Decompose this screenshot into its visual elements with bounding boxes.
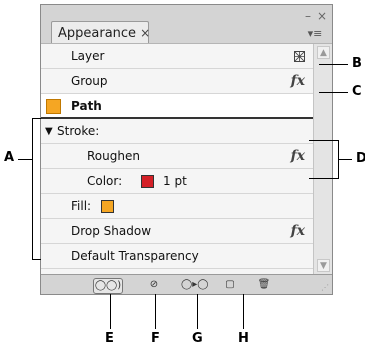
row-layer[interactable]: Layer (41, 44, 313, 69)
callout-f-leader (155, 294, 156, 329)
tab-close-icon[interactable]: × (140, 26, 150, 40)
stroke-color-swatch[interactable] (141, 175, 154, 188)
row-layer-label: Layer (71, 49, 105, 63)
row-default-transparency[interactable]: Default Transparency (41, 244, 313, 269)
panel-menu-icon[interactable]: ▾≡ (306, 27, 324, 41)
row-drop-shadow[interactable]: Drop Shadow fx (41, 219, 313, 244)
row-fill-label: Fill: (71, 199, 92, 213)
row-roughen[interactable]: Roughen fx (41, 144, 313, 169)
callout-d-leader (338, 159, 352, 160)
row-stroke[interactable]: ▼ Stroke: (41, 119, 313, 144)
callout-a-bracket (32, 118, 33, 260)
disclosure-triangle-icon[interactable]: ▼ (45, 119, 53, 144)
scroll-up-icon[interactable]: ▲ (317, 46, 330, 59)
fx-icon[interactable]: fx (291, 144, 305, 169)
layer-target-icon[interactable] (294, 51, 305, 62)
callout-b: B (352, 56, 362, 71)
row-drop-shadow-label: Drop Shadow (71, 224, 152, 238)
reduce-to-basic-appearance-button[interactable]: ◯▸◯ (181, 278, 208, 292)
appearance-list: Layer Group fx Path ▼ Stroke: Roughen fx… (41, 44, 313, 274)
callout-c-leader (319, 92, 348, 93)
tab-appearance[interactable]: Appearance × (51, 21, 150, 43)
row-stroke-color[interactable]: Color: 1 pt (41, 169, 313, 194)
fill-color-swatch[interactable] (101, 200, 114, 213)
panel-toolbar: ◯◯) ⊘ ◯▸◯ ▢ 🗑 ⋰ (41, 274, 332, 294)
callout-a-leader (18, 159, 32, 160)
tab-label: Appearance (58, 26, 137, 41)
close-panel-button[interactable]: × (317, 10, 327, 22)
row-path[interactable]: Path (41, 94, 313, 119)
callout-d: D (356, 151, 365, 166)
duplicate-item-button[interactable]: ▢ (223, 278, 237, 292)
stroke-weight-value[interactable]: 1 pt (163, 169, 187, 194)
callout-b-leader (319, 64, 348, 65)
callout-a-bracket-bottom (32, 259, 41, 260)
fx-icon[interactable]: fx (291, 69, 305, 94)
callout-a: A (4, 150, 15, 165)
callout-e: E (105, 331, 114, 346)
row-path-label: Path (71, 99, 102, 113)
fx-icon[interactable]: fx (291, 219, 305, 244)
callout-d-bracket-top (309, 140, 338, 141)
callout-d-bracket-bottom (309, 178, 338, 179)
callout-c: C (352, 84, 362, 99)
callout-h-leader (243, 294, 244, 329)
row-stroke-label: Stroke: (57, 124, 100, 138)
panel-tabbar: – × Appearance × ▾≡ (41, 5, 332, 44)
row-color-label: Color: (87, 174, 123, 188)
clear-appearance-button[interactable]: ⊘ (147, 278, 161, 292)
row-group-label: Group (71, 74, 108, 88)
path-thumbnail-icon (46, 99, 61, 114)
resize-grip-icon[interactable]: ⋰ (321, 283, 329, 292)
callout-f: F (151, 331, 160, 346)
list-scrollbar[interactable]: ▲ ▼ (313, 44, 332, 274)
callout-g: G (192, 331, 203, 346)
add-new-effect-button[interactable]: ◯◯) (93, 278, 123, 294)
callout-g-leader (197, 294, 198, 329)
row-group[interactable]: Group fx (41, 69, 313, 94)
minimize-button[interactable]: – (305, 10, 311, 22)
delete-item-button[interactable]: 🗑 (257, 278, 271, 292)
scroll-down-icon[interactable]: ▼ (317, 259, 330, 272)
callout-a-bracket-top (32, 118, 41, 119)
row-default-transparency-label: Default Transparency (71, 249, 199, 263)
appearance-panel: – × Appearance × ▾≡ Layer Group fx Path ▼… (40, 4, 333, 295)
row-fill[interactable]: Fill: (41, 194, 313, 219)
callout-h: H (238, 331, 249, 346)
callout-e-leader (110, 294, 111, 329)
row-roughen-label: Roughen (87, 149, 140, 163)
